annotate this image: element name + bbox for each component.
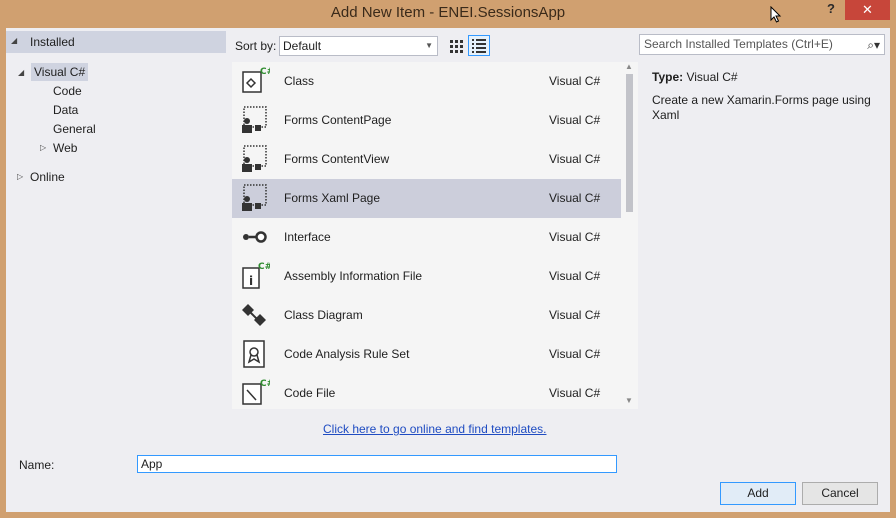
template-row[interactable]: Forms ContentView Visual C#: [232, 140, 621, 179]
close-button[interactable]: ✕: [845, 0, 890, 20]
svg-text:C#: C#: [260, 379, 270, 389]
list-scrollbar[interactable]: ▲ ▼: [621, 62, 638, 409]
template-language: Visual C#: [549, 269, 601, 283]
template-language: Visual C#: [549, 386, 601, 400]
scroll-down-icon[interactable]: ▼: [625, 396, 633, 405]
list-view-icon: [472, 39, 486, 53]
template-tree: ◢ Installed ◢ Visual C# Code Data Genera…: [6, 28, 226, 438]
template-description: Create a new Xamarin.Forms page using Xa…: [652, 93, 871, 122]
search-icon[interactable]: ⌕▾: [867, 36, 880, 55]
type-label: Type:: [652, 70, 684, 84]
template-name: Interface: [284, 230, 331, 244]
template-name: Code File: [284, 386, 336, 400]
template-language: Visual C#: [549, 308, 601, 322]
type-value: Visual C#: [686, 70, 738, 84]
template-name: Assembly Information File: [284, 269, 423, 283]
class-icon: C#: [240, 66, 274, 96]
name-input[interactable]: App: [137, 455, 617, 473]
tree-item-code[interactable]: Code: [53, 82, 82, 100]
template-list: C# Class Visual C# Forms ContentPage Visual …: [232, 62, 638, 409]
template-language: Visual C#: [549, 191, 601, 205]
details-pane: Type: Visual C# Create a new Xamarin.For…: [646, 62, 886, 409]
help-button[interactable]: ?: [820, 0, 842, 20]
grid-view-icon: [450, 40, 463, 53]
sort-by-value: Default: [283, 39, 322, 53]
tree-item-visual-csharp[interactable]: Visual C#: [31, 63, 89, 81]
template-row[interactable]: Forms Xaml Page Visual C#: [232, 179, 621, 218]
template-row[interactable]: Class Diagram Visual C#: [232, 296, 621, 335]
tree-item-general[interactable]: General: [53, 120, 96, 138]
template-language: Visual C#: [549, 347, 601, 361]
forms-page-icon: [240, 105, 270, 135]
template-language: Visual C#: [549, 113, 601, 127]
title-bar: Add New Item - ENEI.SessionsApp ? ✕: [0, 0, 896, 28]
template-language: Visual C#: [549, 230, 601, 244]
mouse-cursor-icon: [770, 6, 782, 23]
template-row[interactable]: Forms ContentPage Visual C#: [232, 101, 621, 140]
window-title: Add New Item - ENEI.SessionsApp: [330, 4, 566, 21]
expand-arrow-icon[interactable]: ▷: [40, 143, 46, 152]
dialog-body: ◢ Installed ◢ Visual C# Code Data Genera…: [6, 28, 890, 512]
list-view-button[interactable]: [468, 35, 490, 56]
template-row[interactable]: Interface Visual C#: [232, 218, 621, 257]
template-name: Forms ContentView: [284, 152, 390, 166]
svg-text:C#: C#: [258, 262, 270, 272]
cancel-button[interactable]: Cancel: [802, 482, 878, 505]
template-name: Class Diagram: [284, 308, 363, 322]
search-templates-input[interactable]: Search Installed Templates (Ctrl+E) ⌕▾: [639, 34, 885, 55]
expand-arrow-icon[interactable]: ▷: [17, 172, 23, 181]
template-language: Visual C#: [549, 152, 601, 166]
template-name: Code Analysis Rule Set: [284, 347, 410, 361]
tree-item-online[interactable]: Online: [30, 168, 65, 186]
rule-set-icon: [240, 339, 270, 369]
tree-header-installed[interactable]: ◢ Installed: [6, 31, 226, 53]
tree-item-data[interactable]: Data: [53, 101, 78, 119]
scroll-up-icon[interactable]: ▲: [625, 62, 633, 71]
template-type: Type: Visual C#: [652, 70, 738, 84]
collapse-arrow-icon[interactable]: ◢: [11, 36, 17, 45]
forms-page-icon: [240, 144, 270, 174]
template-row[interactable]: Code Analysis Rule Set Visual C#: [232, 335, 621, 374]
interface-icon: [240, 222, 270, 252]
tree-item-web[interactable]: Web: [53, 139, 77, 157]
template-name: Forms ContentPage: [284, 113, 392, 127]
name-label: Name:: [19, 458, 55, 472]
forms-page-icon: [240, 183, 270, 213]
tree-item-installed: Installed: [30, 35, 75, 49]
svg-text:C#: C#: [260, 67, 270, 77]
online-templates-link[interactable]: Click here to go online and find templat…: [323, 422, 546, 436]
template-row[interactable]: C# Class Visual C#: [232, 62, 621, 101]
scrollbar-thumb[interactable]: [626, 74, 633, 212]
medium-icons-view-button[interactable]: [445, 35, 467, 56]
chevron-down-icon: ▼: [425, 41, 433, 50]
class-diagram-icon: [240, 300, 270, 330]
search-placeholder: Search Installed Templates (Ctrl+E): [644, 37, 833, 51]
add-button[interactable]: Add: [720, 482, 796, 505]
template-name: Class: [284, 74, 315, 88]
sort-by-label: Sort by:: [235, 39, 277, 53]
sort-by-dropdown[interactable]: Default ▼: [279, 36, 438, 56]
template-row[interactable]: C# Code File Visual C#: [232, 374, 621, 409]
template-name: Forms Xaml Page: [284, 191, 381, 205]
code-file-icon: C#: [240, 378, 274, 408]
collapse-arrow-icon[interactable]: ◢: [18, 68, 24, 77]
template-language: Visual C#: [549, 74, 601, 88]
template-row[interactable]: i C# Assembly Information File Visual C#: [232, 257, 621, 296]
assembly-info-icon: i C#: [240, 261, 272, 291]
svg-text:i: i: [249, 274, 253, 288]
